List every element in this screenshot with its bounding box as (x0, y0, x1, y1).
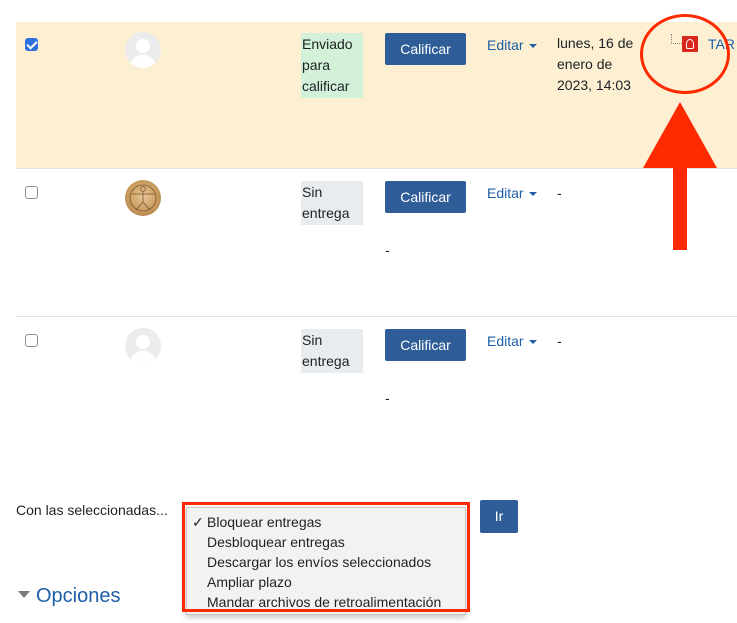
row-3-avatar (125, 328, 161, 364)
default-user-icon (131, 335, 155, 364)
annotation-highlight-box (182, 502, 470, 612)
vitruvian-man-picture (129, 184, 157, 212)
row-2-status: Sin entrega (301, 181, 363, 225)
options-section-toggle[interactable]: Opciones (18, 584, 121, 608)
go-button[interactable]: Ir (480, 500, 518, 533)
row-3-last-modified: - (557, 333, 562, 349)
row-3-edit-menu[interactable]: Editar (487, 333, 537, 349)
row-2-checkbox[interactable] (25, 186, 38, 199)
row-1-avatar (125, 32, 161, 68)
row-1-last-modified: lunes, 16 de enero de 2023, 14:03 (557, 35, 634, 93)
row-2-grade-button[interactable]: Calificar (385, 181, 466, 213)
options-section-label: Opciones (36, 585, 121, 607)
row-2-edit-menu[interactable]: Editar (487, 185, 537, 201)
annotation-circle (640, 14, 730, 94)
row-3-checkbox[interactable] (25, 334, 38, 347)
edit-label: Editar (487, 37, 524, 53)
row-1-checkbox[interactable] (25, 38, 38, 51)
row-1-grade-button[interactable]: Calificar (385, 33, 466, 65)
row-2-grade-value: - (385, 242, 390, 258)
edit-label: Editar (487, 185, 524, 201)
row-divider (16, 316, 737, 317)
row-3-status: Sin entrega (301, 329, 363, 373)
annotation-arrow-icon (643, 102, 717, 250)
caret-down-icon (528, 192, 537, 197)
edit-label: Editar (487, 333, 524, 349)
default-user-icon (131, 39, 155, 68)
row-2-last-modified: - (557, 185, 562, 201)
caret-down-icon (528, 340, 537, 345)
row-3-grade-value: - (385, 390, 390, 406)
row-3-grade-button[interactable]: Calificar (385, 329, 466, 361)
caret-down-icon (528, 44, 537, 49)
row-divider (16, 168, 737, 169)
bulk-actions-label: Con las seleccionadas... (16, 502, 168, 518)
row-1-edit-menu[interactable]: Editar (487, 37, 537, 53)
collapse-triangle-icon (18, 591, 30, 599)
row-1-status: Enviado para calificar (301, 33, 363, 98)
row-2-avatar (125, 180, 161, 216)
